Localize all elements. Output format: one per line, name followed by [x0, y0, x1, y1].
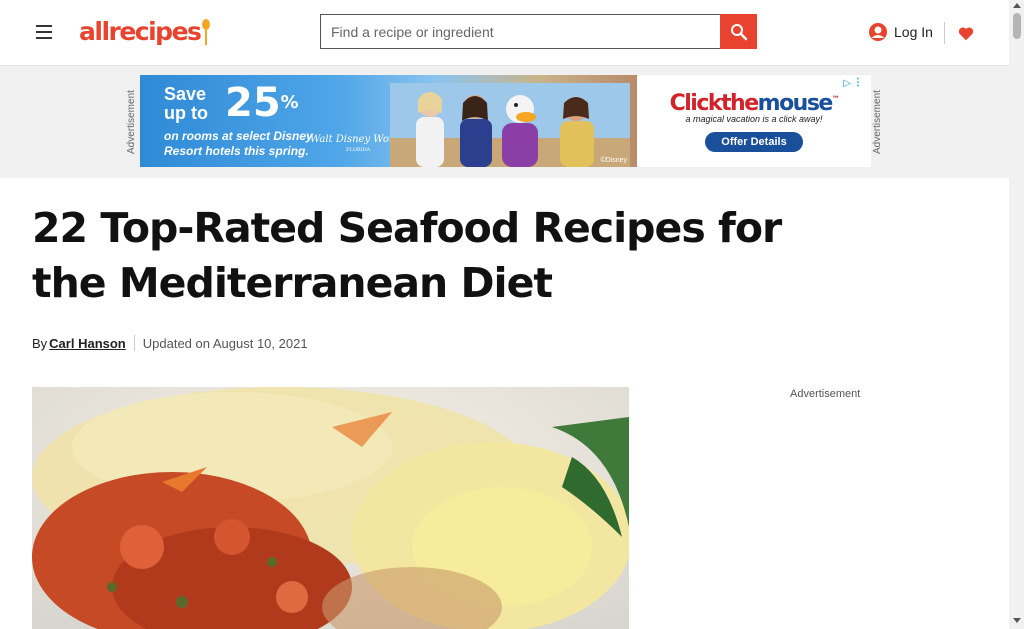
user-icon — [869, 22, 887, 41]
byline: By Carl Hanson Updated on August 10, 202… — [32, 333, 308, 353]
menu-button[interactable] — [30, 18, 58, 45]
offer-details-button[interactable]: Offer Details — [705, 132, 803, 152]
ad-save-text: Save up to — [164, 84, 208, 123]
ad-tagline: a magical vacation is a click away! — [685, 114, 823, 124]
byline-prefix: By — [32, 335, 48, 351]
logo-link[interactable]: allrecipes — [79, 14, 210, 49]
scroll-up-arrow-icon[interactable] — [1013, 3, 1021, 8]
spoon-icon — [201, 17, 210, 47]
author-link[interactable]: Carl Hanson — [49, 336, 126, 351]
ad-brand-tm: ™ — [831, 94, 840, 104]
menu-icon-bar — [36, 30, 52, 33]
login-link[interactable]: Log In — [868, 18, 934, 45]
favorites-button[interactable] — [953, 20, 979, 47]
ad-percent-sign: % — [280, 92, 299, 113]
ad-choices-icon[interactable]: ▷ — [843, 78, 851, 89]
search-bar — [320, 14, 758, 51]
ad-photo — [390, 83, 630, 167]
ad-percent: 25% — [225, 83, 299, 123]
sidebar-ad-label: Advertisement — [790, 388, 861, 400]
ad-percent-value: 25 — [225, 80, 281, 126]
updated-date: Updated on August 10, 2021 — [142, 335, 308, 351]
search-icon — [730, 23, 747, 40]
byline-divider — [133, 335, 135, 351]
header-divider — [944, 22, 945, 44]
scroll-down-arrow-icon[interactable] — [1013, 618, 1021, 623]
logo-text: allrecipes — [79, 17, 202, 46]
login-label: Log In — [894, 23, 933, 40]
ad-banner[interactable]: Save up to 25% on rooms at select Disney… — [140, 75, 871, 167]
search-input[interactable] — [320, 14, 720, 49]
ad-brand-part: Click — [669, 91, 723, 116]
ad-promo-panel: Save up to 25% on rooms at select Disney… — [140, 75, 637, 167]
ad-subtext: on rooms at select Disney Resort hotels … — [164, 129, 313, 159]
ad-brand-panel: ▷ ⋮ Clickthemouse™ a magical vacation is… — [637, 75, 871, 167]
ad-copyright: ©Disney — [600, 157, 627, 164]
ad-subtext-line: Resort hotels this spring. — [164, 144, 309, 158]
menu-icon-bar — [36, 24, 52, 27]
page-scrollbar[interactable] — [1009, 0, 1024, 629]
ad-subtext-line: on rooms at select Disney — [164, 129, 313, 143]
site-header: allrecipes Log In — [0, 0, 1009, 66]
scroll-thumb[interactable] — [1013, 13, 1021, 39]
ad-brand-logo: Clickthemouse™ — [669, 91, 840, 116]
seafood-dish-photo — [32, 387, 629, 629]
article-title: 22 Top-Rated Seafood Recipes for the Med… — [32, 204, 782, 307]
search-button[interactable] — [720, 14, 757, 49]
ad-label-left: Advertisement — [126, 90, 137, 154]
menu-icon-bar — [36, 36, 52, 39]
ad-label-right: Advertisement — [872, 90, 883, 154]
more-options-icon[interactable]: ⋮ — [853, 77, 863, 88]
hero-image — [32, 387, 629, 629]
heart-icon — [958, 27, 974, 40]
ad-brand-part: mouse — [757, 91, 834, 116]
ad-brand-part: the — [721, 91, 759, 116]
